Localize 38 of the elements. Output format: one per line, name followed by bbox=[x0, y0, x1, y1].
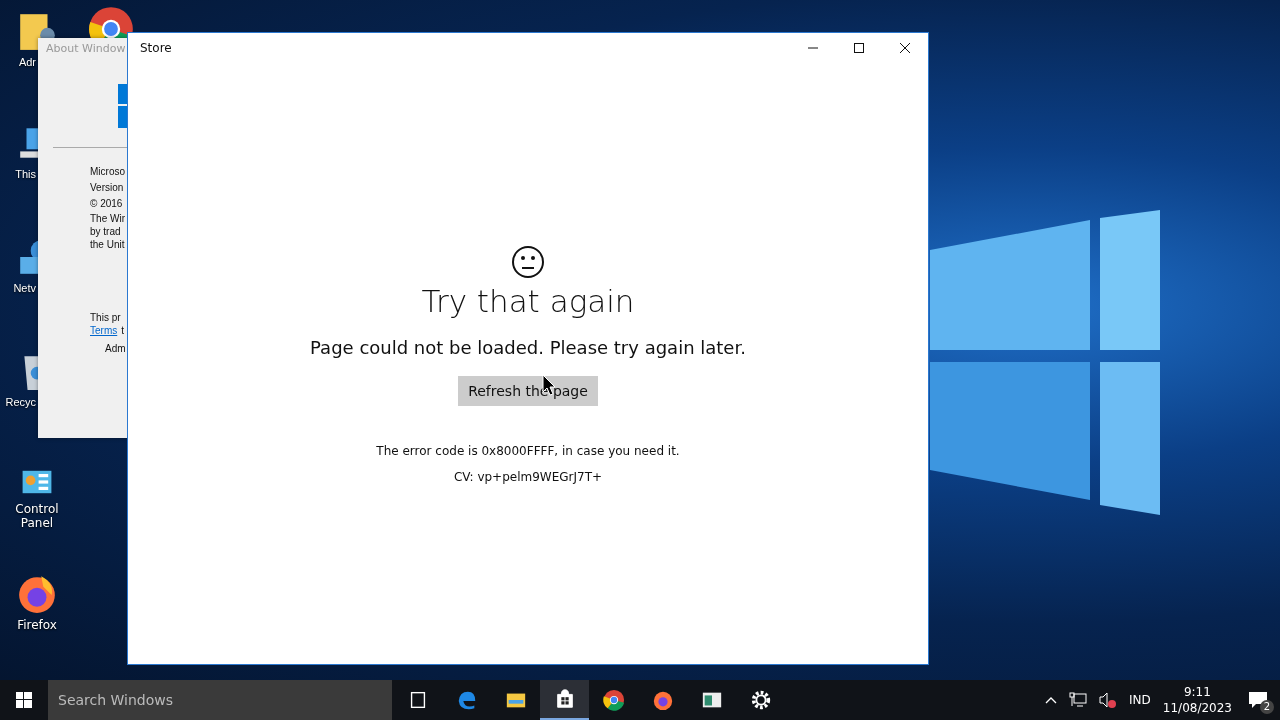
about-text: This pr bbox=[90, 311, 122, 324]
language-indicator[interactable]: IND bbox=[1129, 693, 1151, 707]
desktop-icon-label[interactable]: Recyc bbox=[0, 396, 36, 408]
error-heading: Try that again bbox=[421, 283, 635, 319]
about-paragraph: The Wir by trad the Unit bbox=[90, 212, 126, 251]
about-text: © 2016 bbox=[90, 197, 124, 211]
terms-link[interactable]: Terms bbox=[90, 324, 118, 337]
clock-date[interactable]: 11/08/2023 bbox=[1162, 700, 1232, 716]
window-title: Store bbox=[140, 41, 172, 55]
desktop-icon-label[interactable]: Netv bbox=[0, 282, 36, 294]
about-text: Version bbox=[90, 181, 125, 195]
window-title: About Window bbox=[46, 42, 126, 55]
notification-button[interactable]: 2 bbox=[1244, 686, 1272, 714]
error-message: Page could not be loaded. Please try again later. bbox=[310, 337, 746, 358]
search-field[interactable]: Search Windows bbox=[48, 680, 392, 720]
taskbar-app-button[interactable] bbox=[540, 680, 589, 720]
network-icon[interactable] bbox=[1069, 692, 1088, 708]
maximize-icon[interactable] bbox=[854, 43, 864, 53]
desktop-icon-label[interactable]: This bbox=[0, 168, 36, 180]
refresh-button[interactable]: Refresh the page bbox=[458, 376, 598, 406]
clock-time[interactable]: 9:11 bbox=[1183, 684, 1211, 700]
close-icon[interactable] bbox=[900, 43, 910, 53]
about-text: Microso bbox=[90, 165, 126, 179]
error-code-text: The error code is 0x8000FFFF, in case you need it. bbox=[376, 444, 680, 458]
chevron-up-icon[interactable] bbox=[1045, 696, 1058, 704]
desktop-icon-label[interactable]: Adr bbox=[0, 56, 36, 68]
firefox-icon bbox=[651, 689, 674, 711]
about-text: Adm bbox=[105, 343, 126, 354]
settings-icon bbox=[749, 689, 772, 711]
cv-text: CV: vp+pelm9WEGrJ7T+ bbox=[453, 470, 603, 484]
desktop-icon-label[interactable]: Control Panel bbox=[12, 502, 62, 530]
neutral-face-icon bbox=[511, 245, 545, 279]
chrome-icon bbox=[602, 689, 625, 711]
about-text: t bbox=[121, 324, 124, 337]
muted-speaker-icon[interactable] bbox=[1099, 692, 1118, 708]
windows-logo-icon bbox=[118, 84, 128, 128]
desktop-icon-label[interactable]: Firefox bbox=[12, 618, 62, 632]
start-icon[interactable] bbox=[16, 692, 32, 708]
